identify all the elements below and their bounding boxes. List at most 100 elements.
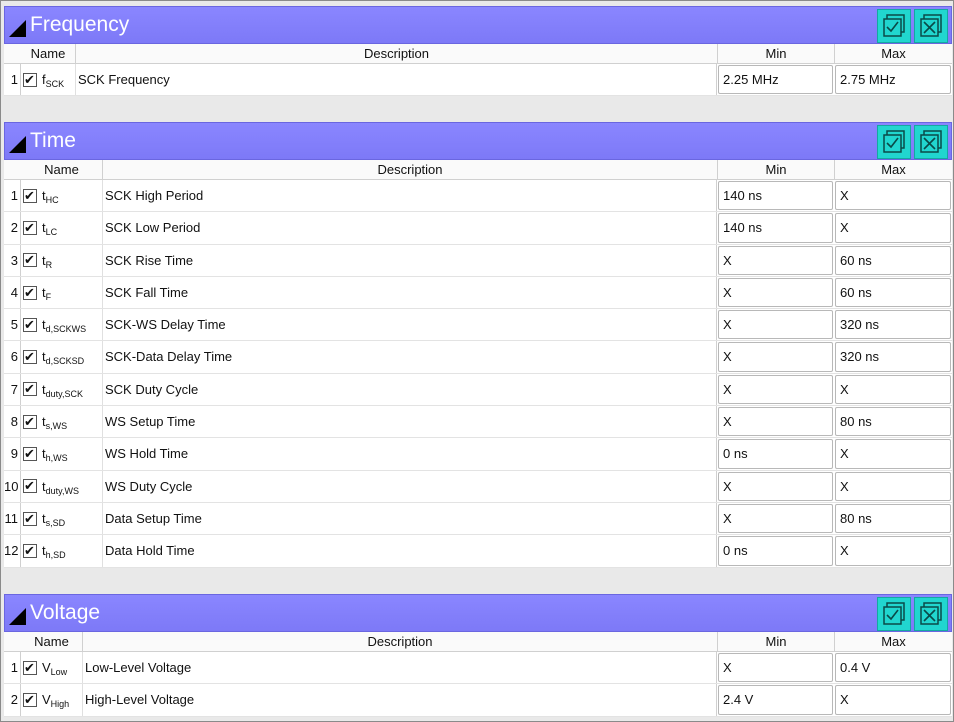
row-checkbox[interactable]: ✔ — [22, 660, 37, 675]
check-all-button[interactable] — [877, 9, 911, 43]
row-checkbox-cell[interactable]: ✔ — [21, 180, 38, 211]
table-row[interactable]: 12 ✔ th,SD Data Hold Time 0 ns X — [4, 535, 952, 568]
name-column-header[interactable]: Name — [21, 632, 83, 651]
description-column-header[interactable]: Description — [83, 632, 718, 651]
row-checkbox-cell[interactable]: ✔ — [21, 503, 38, 534]
max-value-field[interactable]: X — [835, 181, 951, 211]
table-row[interactable]: 9 ✔ th,WS WS Hold Time 0 ns X — [4, 438, 952, 471]
max-value-field[interactable]: X — [835, 536, 951, 566]
table-row[interactable]: 8 ✔ ts,WS WS Setup Time X 80 ns — [4, 406, 952, 439]
min-value-field[interactable]: 0 ns — [718, 439, 833, 469]
name-column-header[interactable]: Name — [21, 160, 103, 179]
row-checkbox[interactable]: ✔ — [22, 692, 37, 707]
collapse-triangle-icon[interactable] — [9, 607, 26, 625]
min-value-field[interactable]: X — [718, 407, 833, 437]
table-row[interactable]: 4 ✔ tF SCK Fall Time X 60 ns — [4, 276, 952, 310]
row-checkbox[interactable]: ✔ — [22, 479, 37, 494]
min-value-field[interactable]: 2.4 V — [718, 685, 833, 715]
max-value-field[interactable]: 80 ns — [835, 503, 951, 534]
collapse-triangle-icon[interactable] — [9, 19, 26, 37]
parameter-description: WS Duty Cycle — [103, 470, 717, 502]
check-all-button[interactable] — [877, 597, 911, 631]
table-row[interactable]: 2 ✔ VHigh High-Level Voltage 2.4 VX — [4, 684, 952, 717]
row-checkbox[interactable]: ✔ — [22, 543, 37, 558]
row-checkbox[interactable]: ✔ — [22, 188, 37, 203]
frequency-header[interactable]: Frequency — [4, 6, 952, 44]
min-column-header[interactable]: Min — [718, 160, 835, 179]
max-value-field[interactable]: X — [835, 374, 951, 405]
row-checkbox-cell[interactable]: ✔ — [21, 438, 38, 469]
max-value-field[interactable]: 320 ns — [835, 342, 951, 372]
min-value-field[interactable]: 140 ns — [718, 213, 833, 243]
row-checkbox-cell[interactable]: ✔ — [21, 64, 38, 95]
max-value-field[interactable]: 80 ns — [835, 407, 951, 437]
row-checkbox-cell[interactable]: ✔ — [21, 652, 38, 683]
row-checkbox-cell[interactable]: ✔ — [21, 535, 38, 566]
min-value-field[interactable]: X — [718, 374, 833, 405]
table-row[interactable]: 10 ✔ tduty,WS WS Duty Cycle X X — [4, 470, 952, 503]
description-column-header[interactable]: Description — [76, 44, 718, 63]
min-value-field[interactable]: X — [718, 245, 833, 275]
row-checkbox[interactable]: ✔ — [22, 350, 37, 365]
max-value-field[interactable]: X — [835, 471, 951, 501]
row-checkbox[interactable]: ✔ — [22, 414, 37, 429]
max-value-field[interactable]: 0.4 V — [835, 653, 951, 683]
max-column-header[interactable]: Max — [835, 160, 952, 179]
row-checkbox-cell[interactable]: ✔ — [21, 406, 38, 437]
table-row[interactable]: 1 ✔ VLow Low-Level Voltage X 0.4 V — [4, 652, 952, 685]
uncheck-all-button[interactable] — [914, 125, 948, 159]
table-row[interactable]: 6 ✔ td,SCKSD SCK-Data Delay Time X 320 ns — [4, 341, 952, 374]
table-row[interactable]: 11 ✔ ts,SD Data Setup Time X 80 ns — [4, 502, 952, 536]
max-value-field[interactable]: 60 ns — [835, 245, 951, 275]
row-checkbox[interactable]: ✔ — [22, 220, 37, 235]
row-checkbox-cell[interactable]: ✔ — [21, 277, 38, 308]
table-row[interactable]: 3 ✔ tR SCK Rise Time X 60 ns — [4, 244, 952, 277]
table-row[interactable]: 1 ✔ tHC SCK High Period 140 ns X — [4, 180, 952, 213]
min-value-field[interactable]: X — [718, 310, 833, 340]
max-column-header[interactable]: Max — [835, 632, 952, 651]
row-checkbox[interactable]: ✔ — [22, 72, 37, 87]
row-checkbox[interactable]: ✔ — [22, 511, 37, 526]
max-value-field[interactable]: 2.75 MHz — [835, 65, 951, 95]
row-checkbox[interactable]: ✔ — [22, 253, 37, 268]
voltage-header[interactable]: Voltage — [4, 594, 952, 632]
max-value-field[interactable]: X — [835, 685, 951, 715]
uncheck-all-button[interactable] — [914, 9, 948, 43]
max-column-header[interactable]: Max — [835, 44, 952, 63]
table-row[interactable]: 1 ✔ fSCK SCK Frequency 2.25 MHz 2.75 MHz — [4, 64, 952, 97]
row-checkbox-cell[interactable]: ✔ — [21, 471, 38, 502]
max-value-field[interactable]: 60 ns — [835, 277, 951, 308]
max-value-field[interactable]: X — [835, 439, 951, 469]
min-value-field[interactable]: 0 ns — [718, 536, 833, 566]
table-row[interactable]: 5 ✔ td,SCKWS SCK-WS Delay Time X 320 ns — [4, 309, 952, 342]
max-value-field[interactable]: 320 ns — [835, 310, 951, 340]
row-checkbox-cell[interactable]: ✔ — [21, 245, 38, 276]
row-checkbox-cell[interactable]: ✔ — [21, 684, 38, 715]
check-all-button[interactable] — [877, 125, 911, 159]
row-checkbox-cell[interactable]: ✔ — [21, 374, 38, 405]
time-header[interactable]: Time — [4, 122, 952, 160]
min-value-field[interactable]: X — [718, 471, 833, 501]
min-value-field[interactable]: X — [718, 277, 833, 308]
uncheck-all-button[interactable] — [914, 597, 948, 631]
min-value-field[interactable]: X — [718, 503, 833, 534]
table-row[interactable]: 7 ✔ tduty,SCK SCK Duty Cycle X X — [4, 373, 952, 407]
row-checkbox-cell[interactable]: ✔ — [21, 212, 38, 243]
row-checkbox[interactable]: ✔ — [22, 317, 37, 332]
max-value-field[interactable]: X — [835, 213, 951, 243]
min-value-field[interactable]: 2.25 MHz — [718, 65, 833, 95]
min-column-header[interactable]: Min — [718, 632, 835, 651]
name-column-header[interactable]: Name — [21, 44, 76, 63]
min-value-field[interactable]: X — [718, 342, 833, 372]
row-checkbox[interactable]: ✔ — [22, 382, 37, 397]
min-column-header[interactable]: Min — [718, 44, 835, 63]
table-row[interactable]: 2 ✔ tLC SCK Low Period 140 ns X — [4, 212, 952, 245]
row-checkbox[interactable]: ✔ — [22, 447, 37, 462]
row-checkbox[interactable]: ✔ — [22, 285, 37, 300]
min-value-field[interactable]: 140 ns — [718, 181, 833, 211]
description-column-header[interactable]: Description — [103, 160, 718, 179]
min-value-field[interactable]: X — [718, 653, 833, 683]
row-checkbox-cell[interactable]: ✔ — [21, 309, 38, 340]
collapse-triangle-icon[interactable] — [9, 135, 26, 153]
row-checkbox-cell[interactable]: ✔ — [21, 341, 38, 372]
